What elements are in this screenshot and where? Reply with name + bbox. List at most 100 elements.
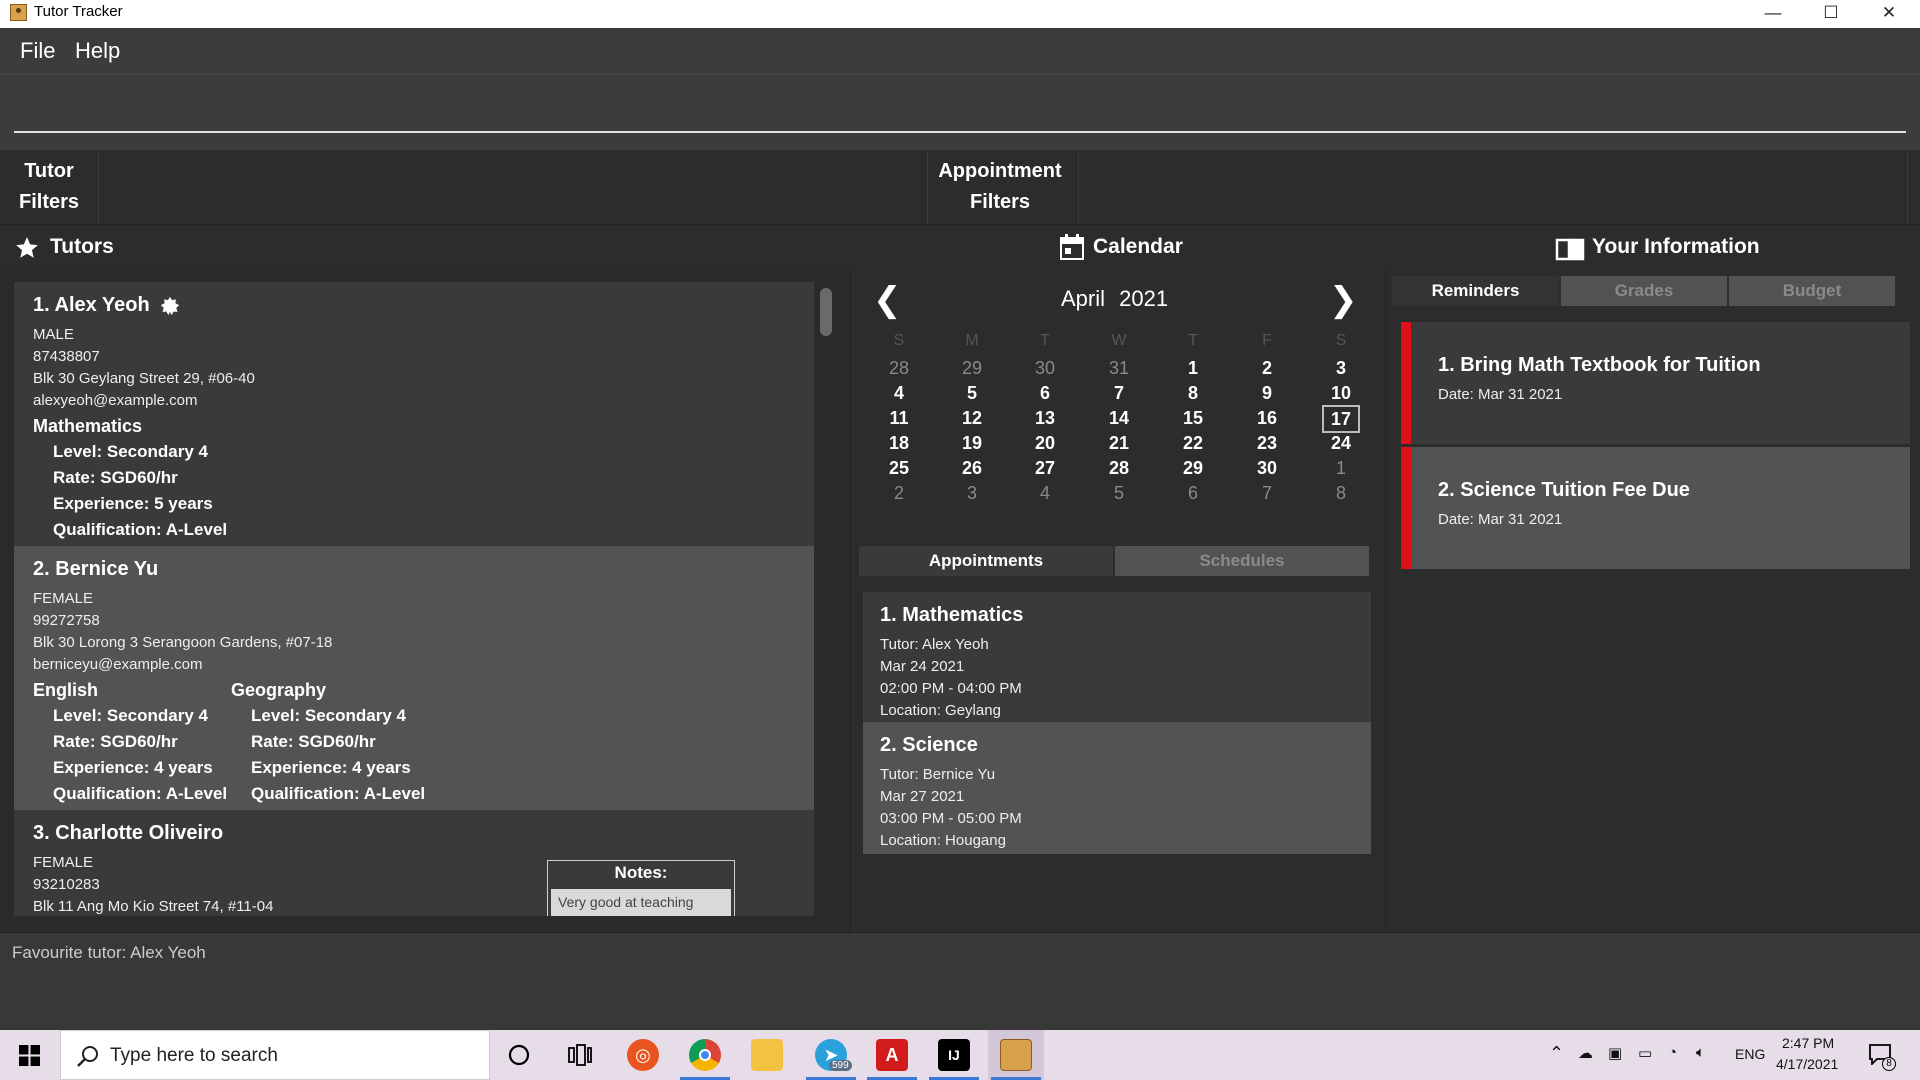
tutor-address: Blk 30 Geylang Street 29, #06-40 — [33, 370, 255, 387]
windows-start-icon[interactable] — [19, 1045, 40, 1066]
calendar-day[interactable]: 19 — [942, 433, 1002, 454]
tab-appointments[interactable]: Appointments — [859, 546, 1113, 576]
appointment-card[interactable]: 1. Mathematics Tutor: Alex Yeoh Mar 24 2… — [863, 592, 1371, 722]
notification-count: 8 — [1882, 1057, 1896, 1071]
acrobat-icon[interactable]: A — [876, 1039, 908, 1071]
prev-month-button[interactable]: ❮ — [873, 280, 902, 320]
reminder-card[interactable]: 1. Bring Math Textbook for Tuition Date:… — [1401, 322, 1910, 444]
calendar-day[interactable]: 28 — [1089, 458, 1149, 479]
tab-grades[interactable]: Grades — [1561, 276, 1727, 306]
task-view-icon[interactable] — [568, 1044, 592, 1066]
calendar-day-other-month[interactable]: 2 — [869, 483, 929, 504]
tutor-card[interactable]: 2. Bernice Yu FEMALE 99272758 Blk 30 Lor… — [14, 546, 814, 810]
calendar-day[interactable]: 20 — [1015, 433, 1075, 454]
calendar-day-other-month[interactable]: 6 — [1163, 483, 1223, 504]
tutor-filters-box[interactable] — [98, 150, 928, 224]
calendar-day-other-month[interactable]: 31 — [1089, 358, 1149, 379]
calendar-day[interactable]: 26 — [942, 458, 1002, 479]
calendar-weekday-label: T — [1040, 332, 1050, 349]
maximize-button[interactable]: ☐ — [1802, 0, 1860, 28]
clock-date[interactable]: 4/17/2021 — [1776, 1056, 1838, 1072]
cortana-icon[interactable] — [508, 1044, 530, 1066]
calendar-day[interactable]: 11 — [869, 408, 929, 429]
wifi-icon[interactable]: ◔ — [1668, 1044, 1677, 1061]
calendar-day[interactable]: 23 — [1237, 433, 1297, 454]
taskbar-search[interactable]: Type here to search — [60, 1030, 490, 1080]
calendar-day[interactable]: 21 — [1089, 433, 1149, 454]
security-icon[interactable]: ▣ — [1608, 1044, 1622, 1062]
volume-icon[interactable]: 🔈︎ — [1696, 1044, 1705, 1061]
calendar-day-other-month[interactable]: 30 — [1015, 358, 1075, 379]
tutor-tracker-taskbar-icon[interactable] — [1000, 1039, 1032, 1071]
chevron-up-icon[interactable]: ⌃ — [1549, 1043, 1564, 1064]
menu-bar: File Help — [0, 28, 1920, 74]
calendar-day[interactable]: 15 — [1163, 408, 1223, 429]
tab-schedules[interactable]: Schedules — [1115, 546, 1369, 576]
calendar-day[interactable]: 4 — [869, 383, 929, 404]
calendar-day[interactable]: 5 — [942, 383, 1002, 404]
calendar-day[interactable]: 29 — [1163, 458, 1223, 479]
your-information-title: Your Information — [1592, 235, 1760, 258]
reminder-card[interactable]: 2. Science Tuition Fee Due Date: Mar 31 … — [1401, 447, 1910, 569]
appointment-card[interactable]: 2. Science Tutor: Bernice Yu Mar 27 2021… — [863, 722, 1371, 854]
calendar-day-other-month[interactable]: 29 — [942, 358, 1002, 379]
calendar-day[interactable]: 3 — [1311, 358, 1371, 379]
calendar-day[interactable]: 18 — [869, 433, 929, 454]
appointment-filters-box[interactable] — [1078, 150, 1908, 224]
calendar-day[interactable]: 17 — [1322, 405, 1360, 433]
calendar-day[interactable]: 30 — [1237, 458, 1297, 479]
chrome-icon[interactable] — [689, 1039, 721, 1071]
calendar-day-other-month[interactable]: 8 — [1311, 483, 1371, 504]
command-input[interactable] — [14, 89, 1906, 133]
tutor-gender: FEMALE — [33, 854, 94, 871]
intellij-icon[interactable]: IJ — [938, 1039, 970, 1071]
tab-budget[interactable]: Budget — [1729, 276, 1895, 306]
reminder-title: 1. Bring Math Textbook for Tuition — [1438, 354, 1761, 376]
tutor-card[interactable]: 1. Alex Yeoh MALE 87438807 Blk 30 Geylan… — [14, 282, 814, 546]
language-indicator[interactable]: ENG — [1735, 1046, 1765, 1062]
calendar-day[interactable]: 8 — [1163, 383, 1223, 404]
calendar-day[interactable]: 9 — [1237, 383, 1297, 404]
calendar-day[interactable]: 24 — [1311, 433, 1371, 454]
battery-icon[interactable]: ▭ — [1638, 1044, 1652, 1062]
tutor-list[interactable]: 1. Alex Yeoh MALE 87438807 Blk 30 Geylan… — [14, 282, 814, 916]
calendar-day[interactable]: 27 — [1015, 458, 1075, 479]
menu-file[interactable]: File — [20, 38, 55, 64]
calendar-day-other-month[interactable]: 5 — [1089, 483, 1149, 504]
calendar-day-other-month[interactable]: 3 — [942, 483, 1002, 504]
calendar-day[interactable]: 12 — [942, 408, 1002, 429]
notes-body[interactable]: Very good at teaching English — [551, 889, 731, 916]
calendar-day[interactable]: 7 — [1089, 383, 1149, 404]
calendar-day[interactable]: 13 — [1015, 408, 1075, 429]
calendar-weekday-label: F — [1262, 332, 1272, 349]
calendar-day-other-month[interactable]: 4 — [1015, 483, 1075, 504]
tutor-list-scrollbar[interactable] — [820, 288, 832, 336]
calendar-day[interactable]: 25 — [869, 458, 929, 479]
menu-help[interactable]: Help — [75, 38, 120, 64]
calendar-day-other-month[interactable]: 7 — [1237, 483, 1297, 504]
calendar-day[interactable]: 22 — [1163, 433, 1223, 454]
ubuntu-icon[interactable]: ◎ — [627, 1039, 659, 1071]
calendar-day[interactable]: 16 — [1237, 408, 1297, 429]
calendar-day[interactable]: 10 — [1311, 383, 1371, 404]
calendar-weekday-label: T — [1188, 332, 1198, 349]
minimize-button[interactable]: — — [1744, 0, 1802, 28]
tutor-filters-label-line2: Filters — [18, 191, 80, 213]
appointment-date: Mar 24 2021 — [880, 658, 965, 675]
appointment-time: 03:00 PM - 05:00 PM — [880, 810, 1022, 827]
clock-time[interactable]: 2:47 PM — [1782, 1035, 1834, 1051]
calendar-day[interactable]: 14 — [1089, 408, 1149, 429]
calendar-day-other-month[interactable]: 28 — [869, 358, 929, 379]
next-month-button[interactable]: ❯ — [1329, 280, 1358, 320]
calendar-day-other-month[interactable]: 1 — [1311, 458, 1371, 479]
file-explorer-icon[interactable] — [751, 1039, 783, 1071]
onedrive-icon[interactable]: ☁ — [1578, 1044, 1593, 1062]
tutors-header: Tutors — [0, 224, 850, 270]
calendar-day[interactable]: 2 — [1237, 358, 1297, 379]
close-button[interactable]: ✕ — [1860, 0, 1918, 28]
appointment-date: Mar 27 2021 — [880, 788, 965, 805]
calendar-day[interactable]: 1 — [1163, 358, 1223, 379]
tab-reminders[interactable]: Reminders — [1392, 276, 1559, 306]
notes-box: Notes: Very good at teaching English — [547, 860, 735, 916]
calendar-day[interactable]: 6 — [1015, 383, 1075, 404]
